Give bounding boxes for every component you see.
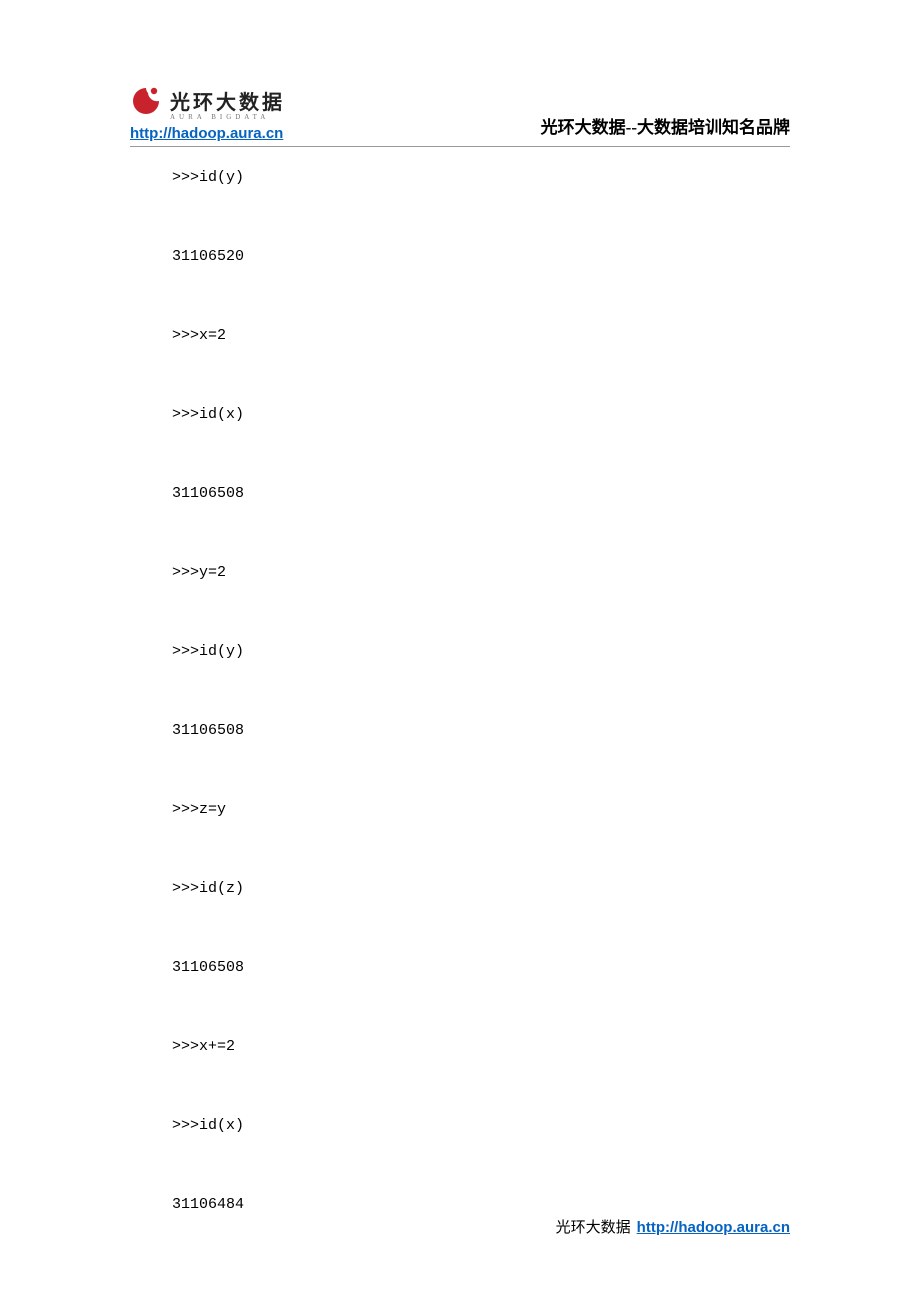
logo-block: 光环大数据 AURA BIGDATA http://hadoop.aura.cn	[130, 85, 285, 142]
code-line: >>>id(x)	[172, 404, 790, 425]
logo-text-en: AURA BIGDATA	[170, 113, 269, 121]
code-content: >>>id(y) 31106520 >>>x=2 >>>id(x) 311065…	[130, 165, 790, 1215]
page-footer: 光环大数据 http://hadoop.aura.cn	[556, 1216, 790, 1237]
code-line: >>>id(y)	[172, 641, 790, 662]
code-line: 31106508	[172, 957, 790, 978]
logo-text-cn: 光环大数据	[170, 86, 285, 115]
header-link[interactable]: http://hadoop.aura.cn	[130, 125, 283, 142]
code-line: 31106484	[172, 1194, 790, 1215]
code-line: >>>id(z)	[172, 878, 790, 899]
logo-row: 光环大数据	[130, 85, 285, 115]
document-page: 光环大数据 AURA BIGDATA http://hadoop.aura.cn…	[0, 0, 920, 1302]
page-header: 光环大数据 AURA BIGDATA http://hadoop.aura.cn…	[130, 85, 790, 147]
aura-swirl-icon	[130, 85, 162, 115]
code-line: >>>x+=2	[172, 1036, 790, 1057]
code-line: >>>x=2	[172, 325, 790, 346]
code-line: 31106508	[172, 483, 790, 504]
header-brand-text: 光环大数据--大数据培训知名品牌	[541, 113, 790, 142]
code-line: 31106508	[172, 720, 790, 741]
footer-text: 光环大数据	[556, 1216, 631, 1237]
footer-link[interactable]: http://hadoop.aura.cn	[637, 1219, 790, 1236]
code-line: >>>id(y)	[172, 167, 790, 188]
code-line: 31106520	[172, 246, 790, 267]
code-line: >>>id(x)	[172, 1115, 790, 1136]
code-line: >>>y=2	[172, 562, 790, 583]
code-line: >>>z=y	[172, 799, 790, 820]
